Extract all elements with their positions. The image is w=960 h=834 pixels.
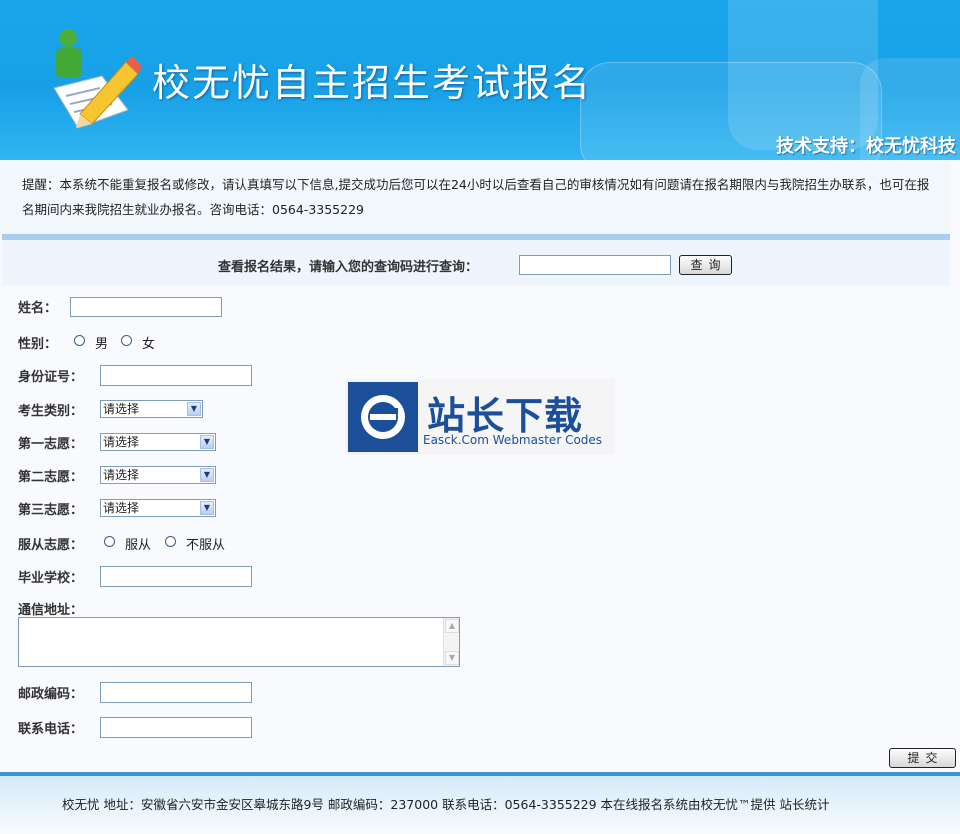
query-code-input[interactable] — [519, 255, 671, 275]
query-button[interactable]: 查询 — [679, 255, 732, 275]
notice-text: 提醒：本系统不能重复报名或修改，请认真填写以下信息,提交成功后您可以在24小时以… — [22, 177, 930, 217]
choice2-label: 第二志愿： — [18, 470, 84, 485]
postcode-label: 邮政编码： — [18, 687, 84, 702]
watermark-subtitle: Easck.Com Webmaster Codes — [423, 433, 603, 447]
name-input[interactable] — [70, 297, 222, 317]
category-select[interactable]: 请选择 ▼ — [100, 400, 203, 418]
name-label: 姓名： — [18, 301, 58, 316]
gender-male-radio[interactable] — [74, 335, 85, 346]
watermark-logo-icon — [348, 382, 418, 452]
tech-support-text: 技术支持：校无忧科技 — [776, 136, 956, 157]
category-select-value: 请选择 — [103, 402, 140, 416]
obey-no-label: 不服从 — [186, 538, 226, 553]
gender-male-label: 男 — [95, 337, 109, 352]
phone-label: 联系电话： — [18, 722, 84, 737]
id-number-label: 身份证号： — [18, 370, 84, 385]
chevron-down-icon[interactable]: ▼ — [200, 501, 214, 515]
school-input[interactable] — [100, 566, 252, 587]
header-banner: 校无忧自主招生考试报名 技术支持：校无忧科技 — [0, 0, 960, 160]
scrollbar[interactable]: ▲ ▼ — [443, 618, 459, 666]
choice3-label: 第三志愿： — [18, 503, 84, 518]
chevron-down-icon[interactable]: ▼ — [200, 435, 214, 449]
id-number-input[interactable] — [100, 365, 252, 386]
choice3-select[interactable]: 请选择 ▼ — [100, 499, 216, 517]
postcode-input[interactable] — [100, 682, 252, 703]
watermark: 站长下载 Easck.Com Webmaster Codes — [345, 379, 615, 455]
choice2-select[interactable]: 请选择 ▼ — [100, 466, 216, 484]
obey-label: 服从志愿： — [18, 538, 84, 553]
footer-text: 校无忧 地址：安徽省六安市金安区皋城东路9号 邮政编码：237000 联系电话：… — [62, 797, 830, 812]
address-textarea[interactable]: ▲ ▼ — [18, 617, 460, 667]
gender-female-radio[interactable] — [121, 335, 132, 346]
choice1-select[interactable]: 请选择 ▼ — [100, 433, 216, 451]
obey-no-radio[interactable] — [165, 536, 176, 547]
obey-yes-radio[interactable] — [104, 536, 115, 547]
choice1-select-value: 请选择 — [103, 435, 140, 449]
submit-button[interactable]: 提交 — [889, 748, 956, 768]
scroll-up-icon[interactable]: ▲ — [445, 619, 459, 633]
obey-yes-label: 服从 — [125, 538, 152, 553]
choice1-label: 第一志愿： — [18, 437, 84, 452]
chevron-down-icon[interactable]: ▼ — [187, 402, 201, 416]
chevron-down-icon[interactable]: ▼ — [200, 468, 214, 482]
school-label: 毕业学校： — [18, 571, 84, 586]
choice3-select-value: 请选择 — [103, 501, 140, 515]
choice2-select-value: 请选择 — [103, 468, 140, 482]
watermark-title: 站长下载 — [427, 394, 584, 438]
address-label: 通信地址： — [18, 603, 84, 618]
page-title: 校无忧自主招生考试报名 — [152, 61, 593, 105]
scroll-down-icon[interactable]: ▼ — [445, 651, 459, 665]
category-label: 考生类别： — [18, 404, 84, 419]
gender-label: 性别： — [18, 337, 58, 352]
phone-input[interactable] — [100, 717, 252, 738]
gender-female-label: 女 — [142, 337, 156, 352]
query-label: 查看报名结果，请输入您的查询码进行查询： — [218, 260, 479, 275]
registration-logo-icon — [53, 29, 142, 129]
